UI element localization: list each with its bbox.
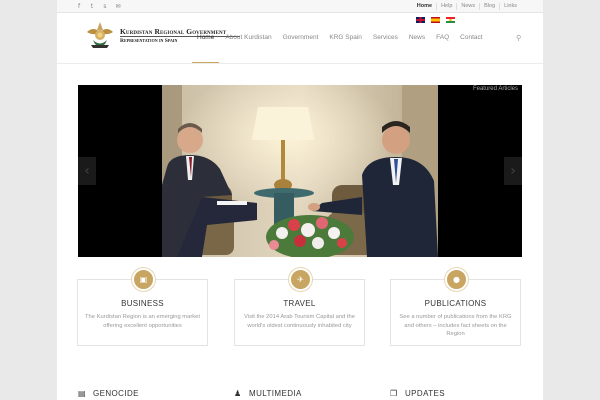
top-link-links[interactable]: Links <box>499 3 521 10</box>
feature-box-business[interactable]: ▣ BUSINESS The Kurdistan Region is an em… <box>77 268 208 346</box>
feature-box-travel[interactable]: ✈ TRAVEL Visit the 2014 Arab Tourism Cap… <box>234 268 365 346</box>
kurdistan-flag-icon[interactable] <box>446 17 455 23</box>
user-icon: ♟ <box>234 389 242 398</box>
slider-caption: Featured Articles <box>472 86 518 92</box>
featured-slider[interactable]: Featured Articles ‹ › <box>78 85 522 257</box>
twitter-icon[interactable]: t <box>87 2 97 11</box>
plane-icon: ✈ <box>289 268 312 291</box>
section-title[interactable]: UPDATES <box>405 389 445 398</box>
social-links: f t s ✉ <box>74 2 123 11</box>
skype-icon[interactable]: s <box>100 2 110 11</box>
nav-krg-spain[interactable]: KRG Spain <box>329 34 362 64</box>
mail-icon[interactable]: ✉ <box>113 2 123 11</box>
featured-photo[interactable] <box>162 85 438 257</box>
section-multimedia: ♟ MULTIMEDIA <box>234 389 302 398</box>
nav-services[interactable]: Services <box>373 34 398 64</box>
section-genocide: ▤ GENOCIDE <box>78 389 139 398</box>
briefcase-icon: ▣ <box>132 268 155 291</box>
nav-faq[interactable]: FAQ <box>436 34 449 64</box>
feature-box-publications[interactable]: ● PUBLICATIONS See a number of publicati… <box>390 268 521 346</box>
feature-title[interactable]: TRAVEL <box>235 299 364 308</box>
feature-text: See a number of publications from the KR… <box>399 314 512 337</box>
top-link-news[interactable]: News <box>456 3 479 10</box>
main-nav: Home About Kurdistan Government KRG Spai… <box>191 34 494 64</box>
feature-title[interactable]: BUSINESS <box>78 299 207 308</box>
copy-icon: ❐ <box>390 389 398 398</box>
logo-subtitle: Representation in Spain <box>120 38 178 44</box>
krg-emblem-icon[interactable] <box>83 20 117 50</box>
top-link-home[interactable]: Home <box>413 3 436 10</box>
slider-next-arrow-icon[interactable]: › <box>504 157 522 185</box>
spain-flag-icon[interactable] <box>431 17 440 23</box>
search-icon[interactable]: ⚲ <box>516 34 521 42</box>
page: f t s ✉ Home Help News Blog Links Kurdis… <box>57 0 543 400</box>
slider-prev-arrow-icon[interactable]: ‹ <box>78 157 96 185</box>
nav-news[interactable]: News <box>409 34 425 64</box>
nav-government[interactable]: Government <box>283 34 319 64</box>
location-pin-icon: ● <box>445 268 468 291</box>
top-link-help[interactable]: Help <box>436 3 456 10</box>
nav-home[interactable]: Home <box>191 34 220 64</box>
top-links: Home Help News Blog Links <box>413 3 521 10</box>
newspaper-icon: ▤ <box>78 389 86 398</box>
feature-text: Visit the 2014 Arab Tourism Capital and … <box>244 314 355 329</box>
uk-flag-icon[interactable] <box>416 17 425 23</box>
nav-contact[interactable]: Contact <box>460 34 482 64</box>
section-title[interactable]: MULTIMEDIA <box>249 389 302 398</box>
nav-about-kurdistan[interactable]: About Kurdistan <box>225 34 271 64</box>
site-header: Kurdistan Regional Government Representa… <box>57 14 543 64</box>
language-switcher <box>416 17 455 23</box>
feature-title[interactable]: PUBLICATIONS <box>391 299 520 308</box>
top-link-blog[interactable]: Blog <box>479 3 499 10</box>
top-bar: f t s ✉ Home Help News Blog Links <box>57 0 543 13</box>
section-title[interactable]: GENOCIDE <box>93 389 139 398</box>
section-updates: ❐ UPDATES <box>390 389 445 398</box>
feature-text: The Kurdistan Region is an emerging mark… <box>84 314 201 329</box>
facebook-icon[interactable]: f <box>74 2 84 11</box>
